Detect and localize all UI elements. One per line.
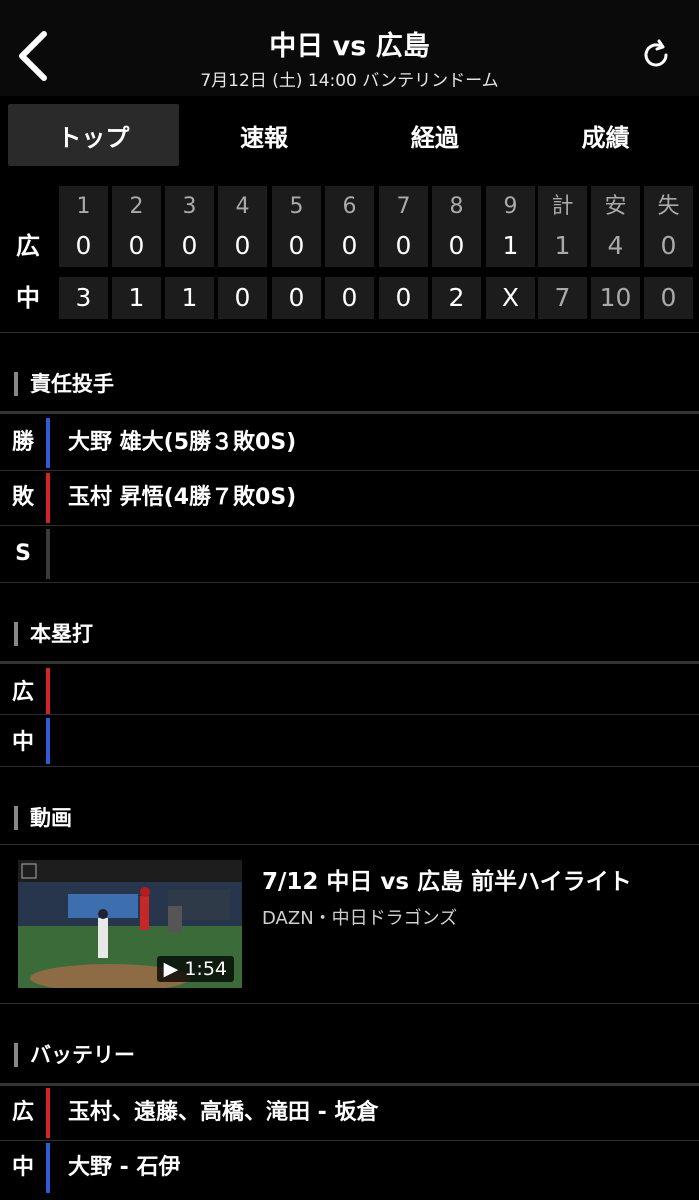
score-cell: 0 — [379, 277, 428, 319]
pitcher-name[interactable]: 玉村 昇悟(4勝７敗0S) — [68, 471, 296, 525]
errors-cell: 0 — [644, 225, 693, 267]
score-cell: 0 — [272, 225, 321, 267]
score-cell: 3 — [59, 277, 108, 319]
team-label: 中 — [16, 284, 40, 312]
score-cell: 0 — [59, 225, 108, 267]
hits-cell: 10 — [591, 277, 640, 319]
hits-cell: 4 — [591, 225, 640, 267]
errors-header: 失 — [644, 186, 693, 228]
score-cell: 0 — [165, 225, 214, 267]
header: 中日 vs 広島 7月12日 (土) 14:00 バンテリンドーム — [0, 0, 699, 96]
score-cell: 0 — [325, 225, 374, 267]
section-title-battery: バッテリー — [14, 1043, 135, 1067]
inning-header: 4 — [218, 186, 267, 228]
section-title-homeruns: 本塁打 — [14, 622, 93, 646]
tab-flash[interactable]: 速報 — [179, 104, 350, 166]
section-title-video: 動画 — [14, 806, 72, 830]
divider — [0, 714, 699, 715]
divider — [0, 332, 699, 333]
row-label: 敗 — [11, 485, 34, 510]
score-cell: 0 — [432, 225, 481, 267]
scoreboard-row-away: 広 0 0 0 0 0 0 0 0 1 1 4 0 — [0, 223, 699, 269]
divider — [0, 525, 699, 526]
team-label: 広 — [16, 232, 40, 260]
score-cell: 0 — [379, 225, 428, 267]
divider — [0, 844, 699, 845]
inning-header: 5 — [272, 186, 321, 228]
hits-header: 安 — [591, 186, 640, 228]
divider — [0, 1003, 699, 1004]
team-color-bar — [46, 473, 50, 523]
runs-cell: 1 — [538, 225, 587, 267]
row-label: 広 — [11, 1100, 34, 1125]
score-cell: 0 — [218, 277, 267, 319]
game-title: 中日 vs 広島 — [269, 31, 430, 62]
runs-header: 計 — [538, 186, 587, 228]
score-cell: 1 — [165, 277, 214, 319]
score-cell: 0 — [272, 277, 321, 319]
section-title-pitchers: 責任投手 — [14, 372, 114, 396]
reload-icon — [644, 39, 668, 67]
inning-header: 1 — [59, 186, 108, 228]
video-title[interactable]: 7/12 中日 vs 広島 前半ハイライト — [262, 862, 632, 896]
tab-top[interactable]: トップ — [8, 104, 179, 166]
divider — [0, 582, 699, 583]
team-color-bar — [46, 1088, 50, 1138]
video-source: DAZN・中日ドラゴンズ — [262, 908, 458, 929]
score-cell: 0 — [218, 225, 267, 267]
row-label: 中 — [11, 1155, 34, 1180]
inning-header: 9 — [486, 186, 535, 228]
battery-text[interactable]: 大野 - 石伊 — [68, 1141, 180, 1195]
row-label: 勝 — [11, 430, 34, 455]
pitcher-row-loss: 敗 玉村 昇悟(4勝７敗0S) — [0, 471, 699, 525]
score-cell: X — [486, 277, 535, 319]
team-color-bar — [46, 718, 50, 764]
team-color-bar — [46, 418, 50, 468]
team-color-bar — [46, 529, 50, 579]
score-cell: 0 — [112, 225, 161, 267]
row-label: S — [15, 541, 31, 566]
inning-header: 6 — [325, 186, 374, 228]
tab-progress[interactable]: 経過 — [350, 104, 521, 166]
inning-header: 2 — [112, 186, 161, 228]
battery-row-away: 広 玉村、遠藤、高橋、滝田 - 坂倉 — [0, 1086, 699, 1140]
pitcher-name[interactable]: 大野 雄大(5勝３敗0S) — [68, 416, 296, 470]
homerun-row-home: 中 — [0, 716, 699, 770]
inning-header: 7 — [379, 186, 428, 228]
score-cell: 1 — [486, 225, 535, 267]
score-cell: 2 — [432, 277, 481, 319]
homerun-row-away: 広 — [0, 666, 699, 720]
team-color-bar — [46, 668, 50, 714]
game-subtitle: 7月12日 (土) 14:00 バンテリンドーム — [200, 71, 499, 91]
divider — [0, 411, 699, 414]
row-label: 広 — [11, 680, 34, 705]
inning-header: 8 — [432, 186, 481, 228]
video-thumbnail[interactable]: ▶ 1:54 — [18, 860, 242, 988]
errors-cell: 0 — [644, 277, 693, 319]
score-cell: 1 — [112, 277, 161, 319]
tab-stats[interactable]: 成績 — [520, 104, 691, 166]
scoreboard-row-home: 中 3 1 1 0 0 0 0 2 X 7 10 0 — [0, 275, 699, 321]
inning-header: 3 — [165, 186, 214, 228]
divider — [0, 766, 699, 767]
battery-row-home: 中 大野 - 石伊 — [0, 1141, 699, 1195]
runs-cell: 7 — [538, 277, 587, 319]
tab-bar: トップ 速報 経過 成績 — [8, 104, 691, 166]
score-cell: 0 — [325, 277, 374, 319]
reload-button[interactable] — [639, 38, 673, 72]
pitcher-row-save: S — [0, 527, 699, 581]
team-color-bar — [46, 1143, 50, 1193]
video-duration: ▶ 1:54 — [156, 956, 234, 982]
row-label: 中 — [11, 730, 34, 755]
pitcher-row-win: 勝 大野 雄大(5勝３敗0S) — [0, 416, 699, 470]
divider — [0, 661, 699, 664]
battery-text[interactable]: 玉村、遠藤、高橋、滝田 - 坂倉 — [68, 1086, 378, 1140]
